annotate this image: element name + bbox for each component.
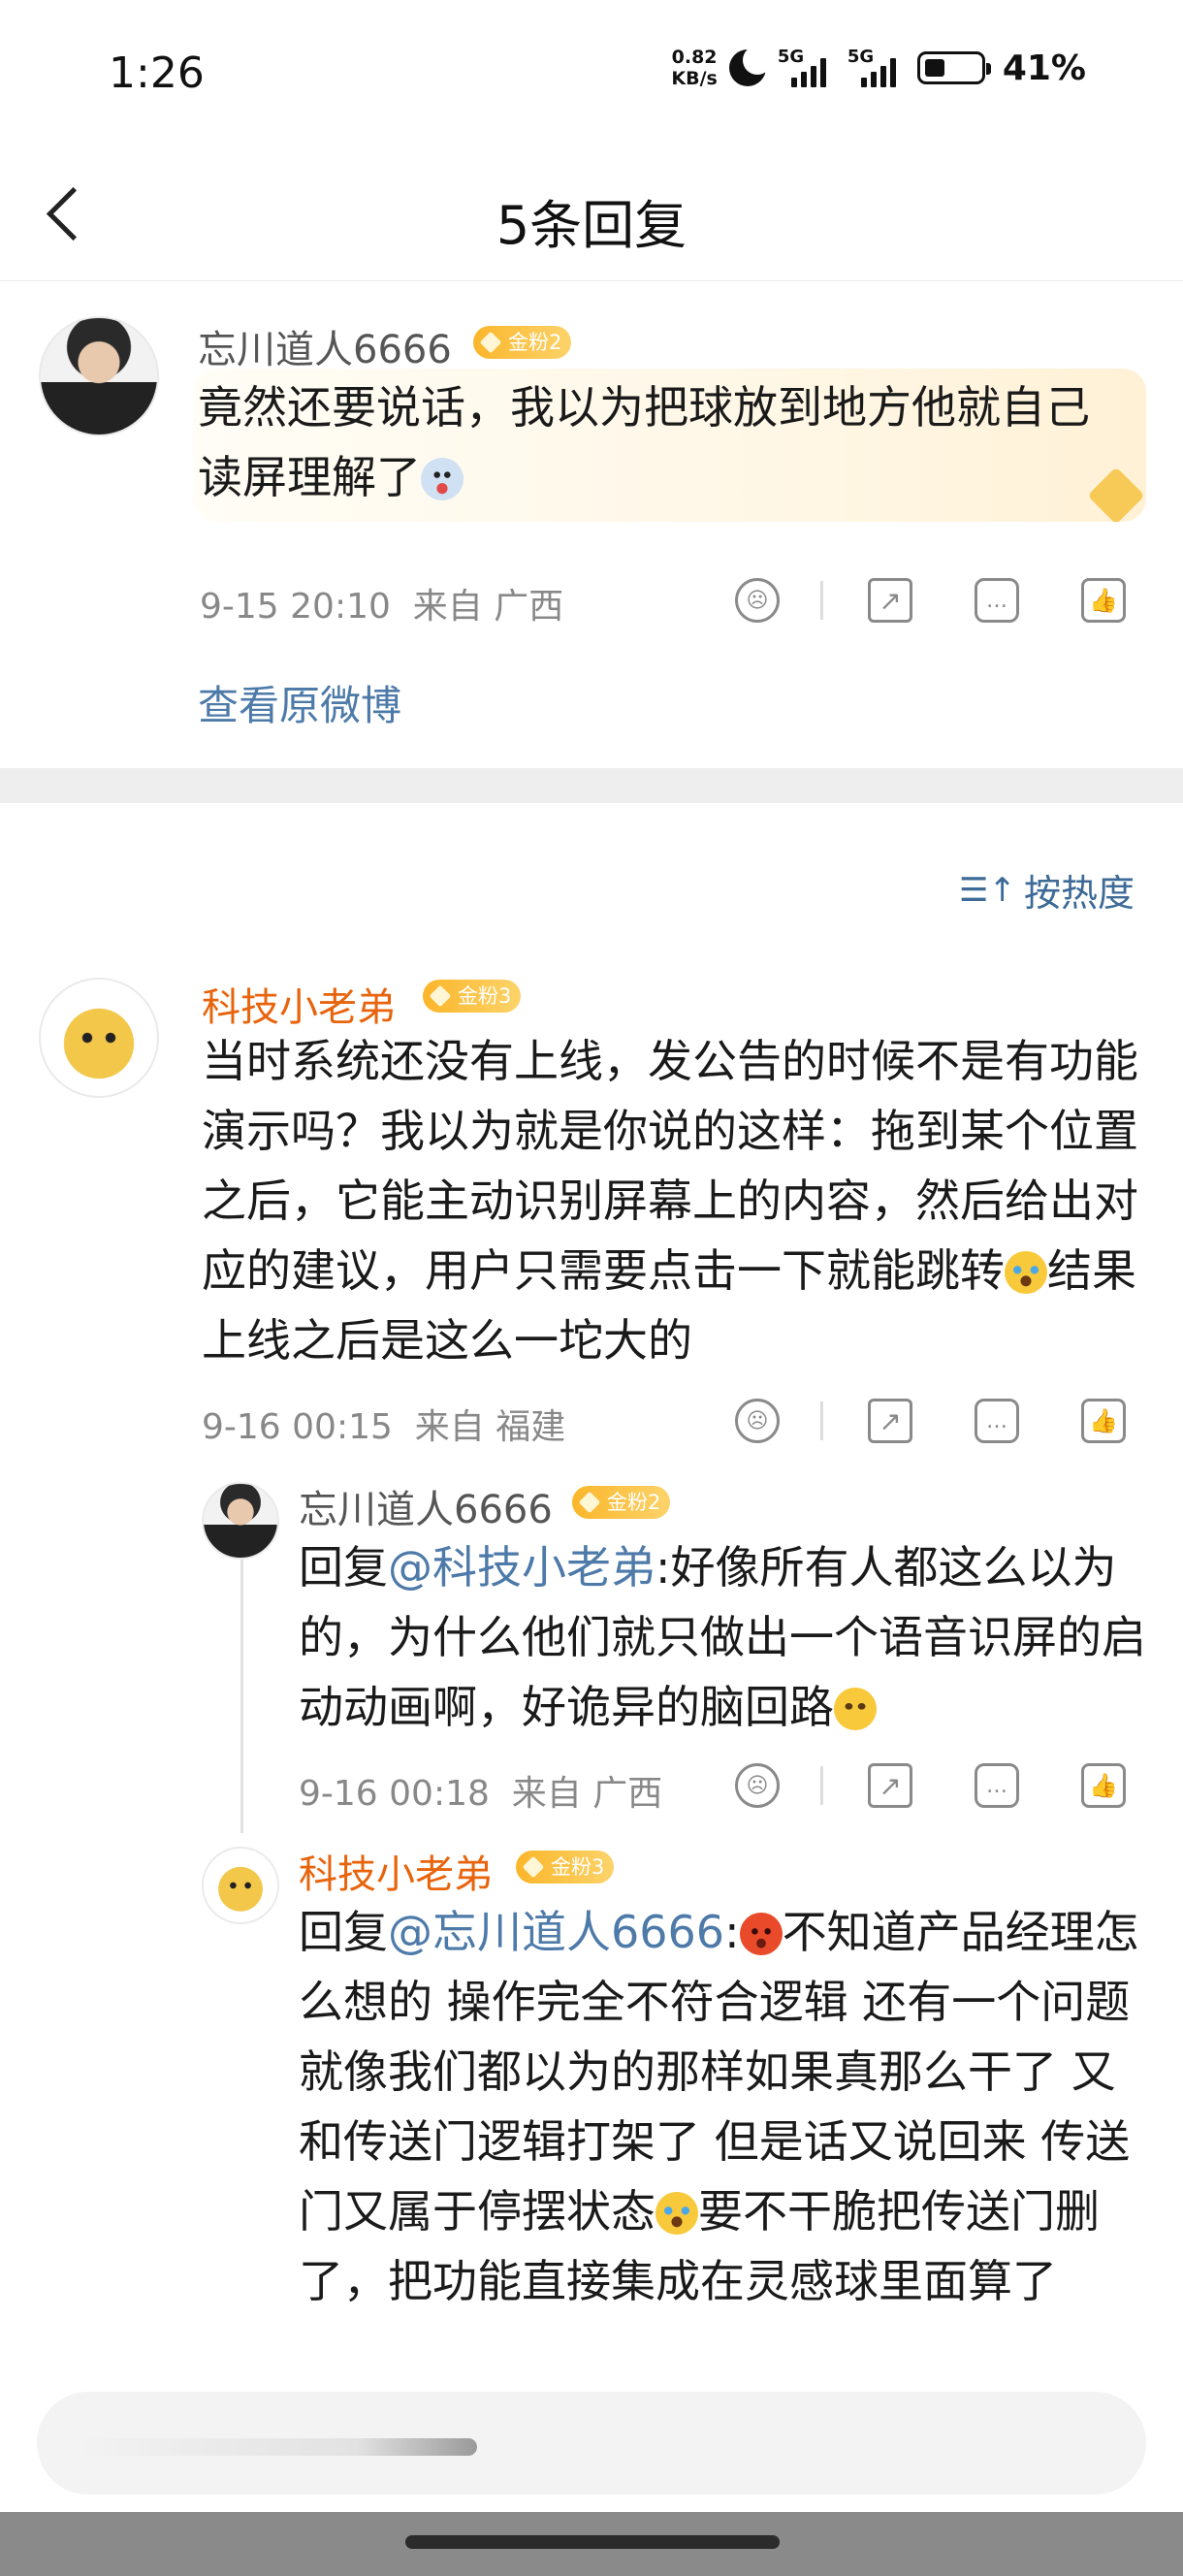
post-text-body: 竟然还要说话，我以为把球放到地方他就自己读屏理解了 xyxy=(198,381,1090,503)
comment-icon[interactable]: … xyxy=(975,1763,1019,1808)
reply-timestamp: 9-16 00:18 xyxy=(299,1774,490,1814)
divider xyxy=(820,581,823,620)
reply-text: 回复@科技小老弟:好像所有人都这么以为的，为什么他们就只做出一个语音识屏的启动动… xyxy=(299,1532,1150,1742)
share-icon[interactable]: ↗ xyxy=(868,578,912,623)
reply-text: 回复@忘川道人6666: 不知道产品经理怎么想的 操作完全不符合逻辑 还有一个问题… xyxy=(299,1897,1150,2316)
post-timestamp: 9-15 20:10 xyxy=(200,587,391,627)
section-divider xyxy=(0,768,1183,803)
avatar[interactable] xyxy=(202,1482,279,1560)
battery-percent: 41% xyxy=(1002,48,1086,88)
post-source: 来自 广西 xyxy=(412,587,564,627)
network-speed-unit: KB/s xyxy=(671,68,718,89)
post-actions: ☹ ↗ … 👍 xyxy=(735,578,1126,623)
fan-badge: 金粉3 xyxy=(516,1851,615,1884)
do-not-disturb-icon xyxy=(728,46,772,86)
divider xyxy=(820,1401,823,1440)
emoji-laugh-cry-icon xyxy=(655,2192,698,2235)
reply-username[interactable]: 科技小老弟 xyxy=(299,1843,493,1899)
mention-link[interactable]: @忘川道人6666 xyxy=(388,1906,724,1958)
reply-prefix: 回复 xyxy=(299,1541,388,1594)
share-icon[interactable]: ↗ xyxy=(868,1399,912,1443)
reply-meta: 9-16 00:18 来自 广西 xyxy=(299,1765,662,1816)
home-indicator[interactable] xyxy=(405,2535,780,2549)
status-bar: 1:26 0.82 KB/s 5G 5G 41% xyxy=(0,0,1183,145)
comment-icon[interactable]: … xyxy=(975,578,1019,623)
nav-bar: 5条回复 xyxy=(0,145,1183,281)
post-username[interactable]: 忘川道人6666 xyxy=(198,318,452,374)
view-original-link[interactable]: 查看原微博 xyxy=(198,673,401,732)
fan-badge: 金粉2 xyxy=(473,326,572,359)
status-time: 1:26 xyxy=(109,48,205,98)
comment-text-a: 当时系统还没有上线，发公告的时候不是有功能演示吗？我以为就是你说的这样：拖到某个… xyxy=(202,1035,1138,1297)
share-icon[interactable]: ↗ xyxy=(868,1763,912,1808)
emoji-icon[interactable]: ☹ xyxy=(735,1399,780,1443)
post-text: 竟然还要说话，我以为把球放到地方他就自己读屏理解了 xyxy=(198,372,1129,512)
network-speed: 0.82 KB/s xyxy=(671,47,717,89)
sort-label: 按热度 xyxy=(1023,872,1135,915)
comment-source: 来自 福建 xyxy=(414,1407,566,1447)
like-icon[interactable]: 👍 xyxy=(1081,1399,1126,1443)
avatar[interactable] xyxy=(202,1847,279,1924)
reply-source: 来自 广西 xyxy=(511,1774,663,1814)
mention-link[interactable]: @科技小老弟 xyxy=(388,1541,655,1594)
emoji-icon[interactable]: ☹ xyxy=(735,1763,780,1808)
comment-meta: 9-16 00:15 来自 福建 xyxy=(202,1399,565,1449)
comment-text: 当时系统还没有上线，发公告的时候不是有功能演示吗？我以为就是你说的这样：拖到某个… xyxy=(202,1026,1150,1375)
reply-prefix: 回复 xyxy=(299,1906,388,1958)
signal-icon-1: 5G xyxy=(778,47,836,89)
avatar[interactable] xyxy=(39,316,159,436)
post-meta: 9-15 20:10 来自 广西 xyxy=(200,578,563,628)
reply-actions: ☹ ↗ … 👍 xyxy=(735,1763,1126,1808)
status-indicators: 0.82 KB/s 5G 5G 41% xyxy=(671,46,1086,89)
comment-icon[interactable]: … xyxy=(975,1399,1019,1443)
emoji-icon[interactable]: ☹ xyxy=(735,578,780,623)
emoji-face-icon xyxy=(421,458,464,500)
avatar[interactable] xyxy=(39,978,159,1098)
reply-username[interactable]: 忘川道人6666 xyxy=(299,1478,553,1534)
thread-line xyxy=(240,1560,243,1833)
comment-actions: ☹ ↗ … 👍 xyxy=(735,1399,1126,1443)
sort-button[interactable]: ☰↑ 按热度 xyxy=(959,863,1135,917)
divider xyxy=(820,1766,823,1805)
comment-timestamp: 9-16 00:15 xyxy=(202,1407,393,1447)
comment-username[interactable]: 科技小老弟 xyxy=(202,976,396,1032)
page-title: 5条回复 xyxy=(496,195,687,256)
reply-text-a: : xyxy=(724,1906,740,1958)
sort-icon: ☰↑ xyxy=(959,870,1016,910)
battery-icon xyxy=(916,51,991,84)
like-icon[interactable]: 👍 xyxy=(1081,1763,1126,1808)
signal-icon-2: 5G xyxy=(847,47,906,89)
emoji-smirk-icon xyxy=(834,1688,877,1730)
network-speed-value: 0.82 xyxy=(671,47,718,68)
emoji-angry-icon xyxy=(739,1913,783,1955)
fan-badge: 金粉3 xyxy=(423,980,522,1013)
emoji-laugh-cry-icon xyxy=(1005,1251,1047,1294)
like-icon[interactable]: 👍 xyxy=(1081,578,1126,623)
fan-badge: 金粉2 xyxy=(572,1486,671,1519)
scroll-track xyxy=(78,2438,477,2456)
